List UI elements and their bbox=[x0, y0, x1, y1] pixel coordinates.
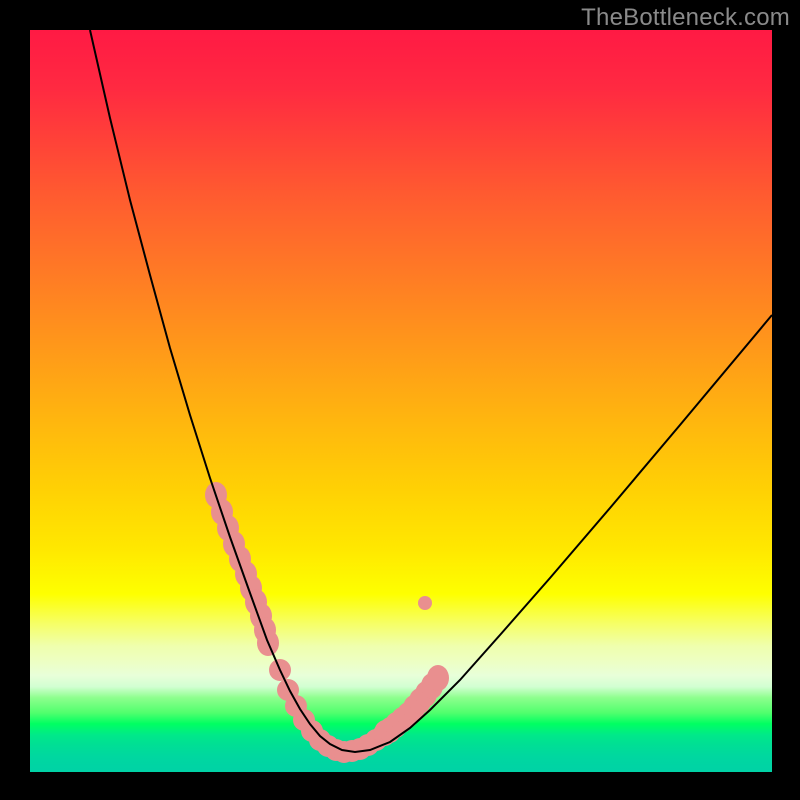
figure-root: TheBottleneck.com bbox=[0, 0, 800, 800]
marker-dot bbox=[418, 596, 432, 610]
plot-area bbox=[30, 30, 772, 772]
bottleneck-curve bbox=[90, 30, 772, 752]
attribution-text: TheBottleneck.com bbox=[581, 4, 790, 32]
marker-blobs bbox=[205, 482, 449, 763]
marker-dot bbox=[427, 665, 449, 691]
curve-layer bbox=[30, 30, 772, 772]
